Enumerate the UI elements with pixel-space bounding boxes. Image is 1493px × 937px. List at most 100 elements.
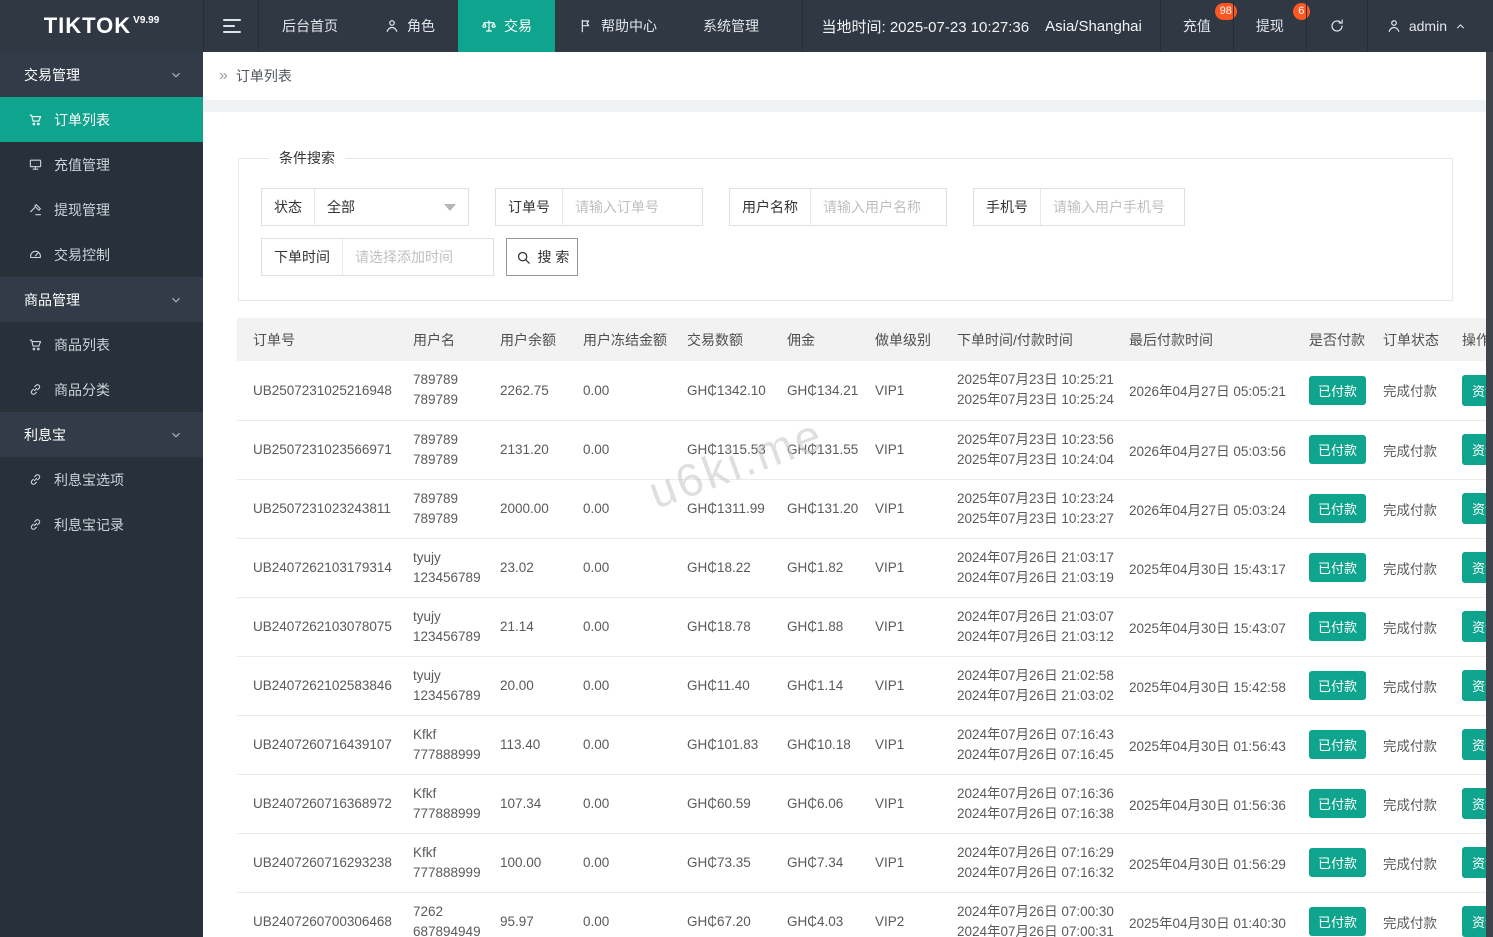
frozen-amount-cell: 0.00 [583, 597, 687, 657]
order-no-input[interactable] [563, 199, 702, 215]
paid-cell: 已付款 [1309, 361, 1383, 421]
paid-status-badge: 已付款 [1309, 553, 1367, 582]
user-menu[interactable]: admin [1366, 0, 1493, 52]
fund-action-button[interactable]: 资金 [1462, 670, 1486, 701]
balance-cell: 100.00 [500, 833, 583, 893]
paid-status-badge: 已付款 [1309, 730, 1367, 759]
order-status-cell: 完成付款 [1383, 892, 1462, 937]
order-status-cell: 完成付款 [1383, 361, 1462, 421]
sidebar-toggle-button[interactable] [203, 0, 259, 52]
column-header-6: 佣金 [787, 318, 875, 361]
sidebar-item-trade-control[interactable]: 交易控制 [0, 232, 203, 277]
sidebar-item-label: 利息宝记录 [54, 516, 124, 533]
fund-action-button[interactable]: 资金 [1462, 493, 1486, 524]
table-row: UB2407260700306468 7262 687894949 95.97 0.00… [237, 892, 1486, 937]
fund-action-button[interactable]: 资金 [1462, 729, 1486, 760]
nav-item-trade[interactable]: 交易 [458, 0, 555, 52]
column-header-10: 是否付款 [1309, 318, 1383, 361]
fund-action-button[interactable]: 资金 [1462, 847, 1486, 878]
trade-amount-cell: GH₵101.83 [687, 715, 787, 775]
trade-amount-cell: GH₵73.35 [687, 833, 787, 893]
column-header-4: 用户冻结金额 [583, 318, 687, 361]
fund-action-button[interactable]: 资金 [1462, 788, 1486, 819]
order-time-cell: 2024年07月26日 07:16:29 2024年07月26日 07:16:32 [957, 833, 1129, 893]
order-time-label: 下单时间 [262, 239, 343, 275]
action-cell: 资金 [1462, 656, 1486, 716]
sidebar-item-interest-records[interactable]: 利息宝记录 [0, 502, 203, 547]
username-cell: tyujy 123456789 [413, 538, 500, 598]
logo-version: V9.99 [133, 14, 160, 26]
app-logo[interactable]: TIKTOK V9.99 [0, 0, 203, 52]
frozen-amount-cell: 0.00 [583, 833, 687, 893]
username-input[interactable] [811, 199, 946, 215]
order-time-cell: 2025年07月23日 10:23:24 2025年07月23日 10:23:27 [957, 479, 1129, 539]
nav-item-home[interactable]: 后台首页 [259, 0, 361, 52]
link-icon [28, 472, 43, 487]
order-time-cell: 2025年07月23日 10:23:56 2025年07月23日 10:24:04 [957, 420, 1129, 480]
refresh-button[interactable] [1305, 0, 1367, 52]
search-button[interactable]: 搜 索 [506, 238, 578, 276]
username-cell: 7262 687894949 [413, 892, 500, 937]
sidebar-group-trade-mgmt[interactable]: 交易管理 [0, 52, 203, 97]
sidebar-item-label: 充值管理 [54, 156, 110, 173]
table-row: UB2407262103078075 tyujy 123456789 21.14 0.0… [237, 597, 1486, 657]
sidebar-group-label: 交易管理 [24, 66, 80, 83]
commission-cell: GH₵6.06 [787, 774, 875, 834]
paid-status-badge: 已付款 [1309, 494, 1367, 523]
fund-action-button[interactable]: 资金 [1462, 552, 1486, 583]
fund-action-button[interactable]: 资金 [1462, 374, 1486, 406]
sidebar-item-interest-options[interactable]: 利息宝选项 [0, 457, 203, 502]
nav-item-label: 后台首页 [282, 18, 338, 34]
fund-action-button[interactable]: 资金 [1462, 611, 1486, 642]
cart-icon [28, 337, 43, 352]
table-row: UB2507231025216948 789789 789789 2262.75 0.0… [237, 361, 1486, 421]
nav-item-system[interactable]: 系统管理 [680, 0, 782, 52]
balance-cell: 23.02 [500, 538, 583, 598]
username-cell: tyujy 123456789 [413, 656, 500, 716]
order-no-field: 订单号 [495, 188, 703, 226]
order-status-cell: 完成付款 [1383, 774, 1462, 834]
sidebar-item-order-list[interactable]: 订单列表 [0, 97, 203, 142]
gauge-icon [28, 247, 43, 262]
commission-cell: GH₵131.55 [787, 420, 875, 480]
nav-item-roles[interactable]: 角色 [361, 0, 458, 52]
username-text: admin [1408, 18, 1447, 34]
sidebar-item-recharge-mgmt[interactable]: 充值管理 [0, 142, 203, 187]
chevron-down-icon [169, 428, 183, 442]
order-time-cell: 2024年07月26日 07:16:43 2024年07月26日 07:16:45 [957, 715, 1129, 775]
sidebar-item-withdraw-mgmt[interactable]: 提现管理 [0, 187, 203, 232]
phone-input[interactable] [1041, 199, 1184, 215]
status-select[interactable]: 状态 全部 [261, 188, 469, 226]
commission-cell: GH₵131.20 [787, 479, 875, 539]
phone-field: 手机号 [973, 188, 1185, 226]
sidebar-item-goods-category[interactable]: 商品分类 [0, 367, 203, 412]
last-pay-time-cell: 2025年04月30日 15:43:17 [1129, 538, 1309, 598]
last-pay-time-cell: 2026年04月27日 05:03:24 [1129, 479, 1309, 539]
local-time: 当地时间: 2025-07-23 10:27:36 Asia/Shanghai [802, 0, 1159, 52]
order-status-cell: 完成付款 [1383, 420, 1462, 480]
recharge-button[interactable]: 充值 98 [1159, 0, 1237, 52]
last-pay-time-cell: 2025年04月30日 01:56:43 [1129, 715, 1309, 775]
withdraw-button[interactable]: 提现 6 [1232, 0, 1310, 52]
balance-cell: 2000.00 [500, 479, 583, 539]
fund-action-button[interactable]: 资金 [1462, 906, 1486, 937]
breadcrumb-label: 订单列表 [235, 68, 292, 84]
sidebar-group-interest-treasure[interactable]: 利息宝 [0, 412, 203, 457]
sidebar-item-goods-list[interactable]: 商品列表 [0, 322, 203, 367]
order-time-input[interactable] [343, 249, 493, 265]
table-row: UB2407262102583846 tyujy 123456789 20.00 0.0… [237, 656, 1486, 716]
trade-amount-cell: GH₵67.20 [687, 892, 787, 937]
sidebar-group-goods-mgmt[interactable]: 商品管理 [0, 277, 203, 322]
balance-cell: 20.00 [500, 656, 583, 716]
nav-item-help-center[interactable]: 帮助中心 [555, 0, 680, 52]
username-cell: tyujy 123456789 [413, 597, 500, 657]
fund-action-button[interactable]: 资金 [1462, 434, 1486, 465]
page-scrollbar[interactable] [1486, 52, 1493, 937]
last-pay-time-cell: 2026年04月27日 05:03:56 [1129, 420, 1309, 480]
order-status-cell: 完成付款 [1383, 479, 1462, 539]
order-no-cell: UB2507231025216948 [237, 361, 413, 421]
username-cell: Kfkf 777888999 [413, 774, 500, 834]
nav-item-label: 角色 [407, 18, 435, 34]
column-header-9: 最后付款时间 [1129, 318, 1309, 361]
column-header-11: 订单状态 [1383, 318, 1462, 361]
